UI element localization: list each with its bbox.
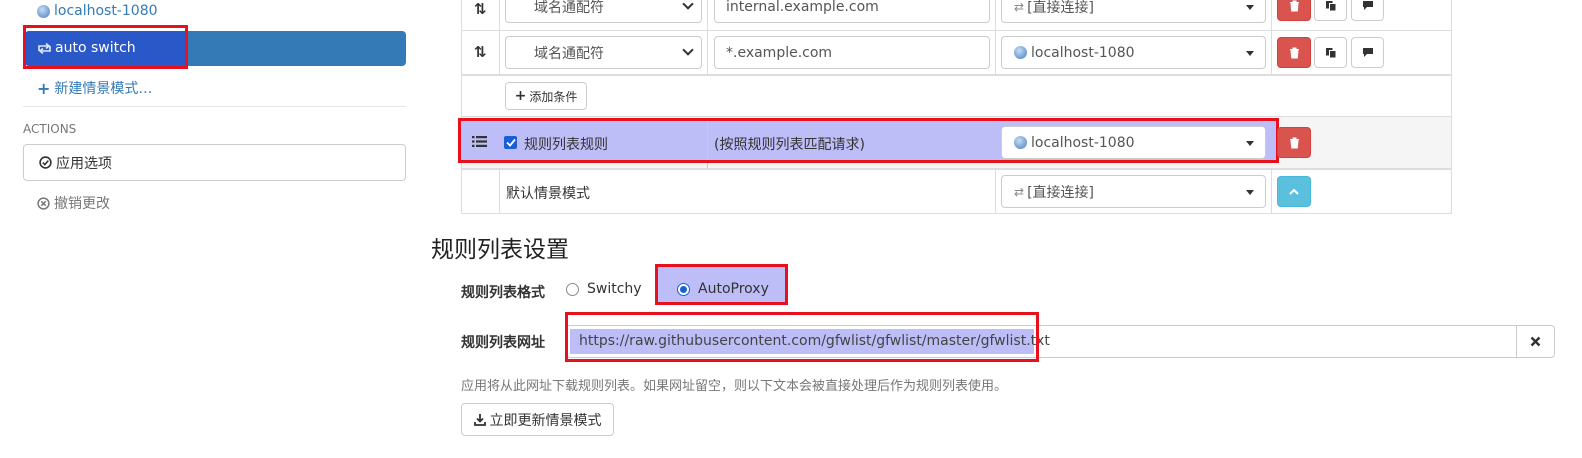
sidebar-item-label: localhost-1080 <box>54 3 158 19</box>
comment-rule-button[interactable] <box>1351 37 1384 68</box>
delete-rule-button[interactable] <box>1277 37 1311 68</box>
discard-changes-label: 撤销更改 <box>54 196 110 212</box>
new-profile-label: 新建情景模式… <box>54 81 153 97</box>
download-icon <box>473 414 486 426</box>
comment-icon <box>1362 48 1373 57</box>
trash-icon <box>1289 137 1299 148</box>
chevron-down-icon <box>682 44 694 56</box>
new-profile-link[interactable]: + 新建情景模式… <box>37 78 152 98</box>
condition-pattern-input[interactable]: *.example.com <box>714 36 990 69</box>
condition-type-value: 域名通配符 <box>534 45 604 62</box>
trash-icon <box>1289 0 1299 11</box>
delete-rule-list-button[interactable] <box>1277 127 1311 158</box>
format-option-label: Switchy <box>587 281 642 297</box>
pattern-value: internal.example.com <box>726 0 879 15</box>
condition-type-select[interactable]: 域名通配符 <box>505 0 702 23</box>
close-icon <box>1530 336 1541 347</box>
globe-icon <box>1014 46 1027 59</box>
format-option-switchy[interactable]: Switchy <box>566 281 642 297</box>
sort-handle-icon[interactable]: ⇅ <box>474 0 487 18</box>
chevron-down-icon <box>682 0 694 10</box>
transfer-icon: ⇄ <box>1014 184 1025 199</box>
comment-rule-button[interactable] <box>1351 0 1384 21</box>
apply-options-label: 应用选项 <box>56 155 112 172</box>
condition-pattern-input[interactable]: internal.example.com <box>714 0 990 23</box>
default-profile-label: 默认情景模式 <box>506 186 590 202</box>
result-profile-select[interactable]: localhost-1080 <box>1001 36 1266 69</box>
sidebar-item-localhost-1080[interactable]: localhost-1080 <box>37 3 158 19</box>
apply-options-button[interactable]: 应用选项 <box>23 144 406 181</box>
help-text: 应用将从此网址下载规则列表。如果网址留空，则以下文本会被直接处理后作为规则列表使… <box>461 379 1008 394</box>
caret-down-icon <box>1246 5 1254 10</box>
caret-down-icon <box>1246 51 1254 56</box>
clear-url-button[interactable] <box>1516 325 1555 358</box>
add-condition-button[interactable]: + 添加条件 <box>505 82 587 110</box>
globe-icon <box>37 4 50 18</box>
sidebar-divider <box>23 106 406 107</box>
copy-icon <box>1325 47 1336 58</box>
comment-icon <box>1362 1 1373 10</box>
highlight-box <box>565 312 1039 362</box>
trash-icon <box>1289 47 1299 58</box>
delete-rule-button[interactable] <box>1277 0 1311 21</box>
url-label: 规则列表网址 <box>461 335 545 351</box>
clone-rule-button[interactable] <box>1314 0 1347 21</box>
format-label: 规则列表格式 <box>461 285 545 301</box>
highlight-box <box>23 25 188 69</box>
cancel-circle-icon <box>37 196 50 210</box>
result-profile-select[interactable]: ⇄ [直接连接] <box>1001 0 1266 23</box>
default-profile-select[interactable]: ⇄ [直接连接] <box>1001 175 1266 208</box>
transfer-icon: ⇄ <box>1014 0 1025 14</box>
clone-rule-button[interactable] <box>1314 37 1347 68</box>
plus-icon: + <box>514 88 527 104</box>
update-now-label: 立即更新情景模式 <box>489 412 602 429</box>
profile-value: localhost-1080 <box>1031 44 1135 61</box>
actions-header: ACTIONS <box>23 122 77 136</box>
radio-unchecked[interactable] <box>566 282 579 296</box>
pattern-value: *.example.com <box>726 44 833 61</box>
chevron-up-icon <box>1289 188 1299 195</box>
plus-icon: + <box>37 78 51 98</box>
profile-value: [直接连接] <box>1027 184 1094 201</box>
check-circle-icon <box>39 156 52 169</box>
caret-down-icon <box>1246 190 1254 195</box>
highlight-box <box>655 264 788 305</box>
section-title: 规则列表设置 <box>431 237 569 263</box>
profile-value: [直接连接] <box>1027 0 1094 16</box>
update-now-button[interactable]: 立即更新情景模式 <box>461 403 614 436</box>
sort-handle-icon[interactable]: ⇅ <box>474 43 487 61</box>
condition-type-select[interactable]: 域名通配符 <box>505 36 702 69</box>
collapse-button[interactable] <box>1277 176 1311 207</box>
add-condition-label: 添加条件 <box>529 89 578 104</box>
condition-type-value: 域名通配符 <box>534 0 604 16</box>
copy-icon <box>1325 0 1336 11</box>
discard-changes-link[interactable]: 撤销更改 <box>37 193 110 213</box>
highlight-box <box>458 118 1279 163</box>
